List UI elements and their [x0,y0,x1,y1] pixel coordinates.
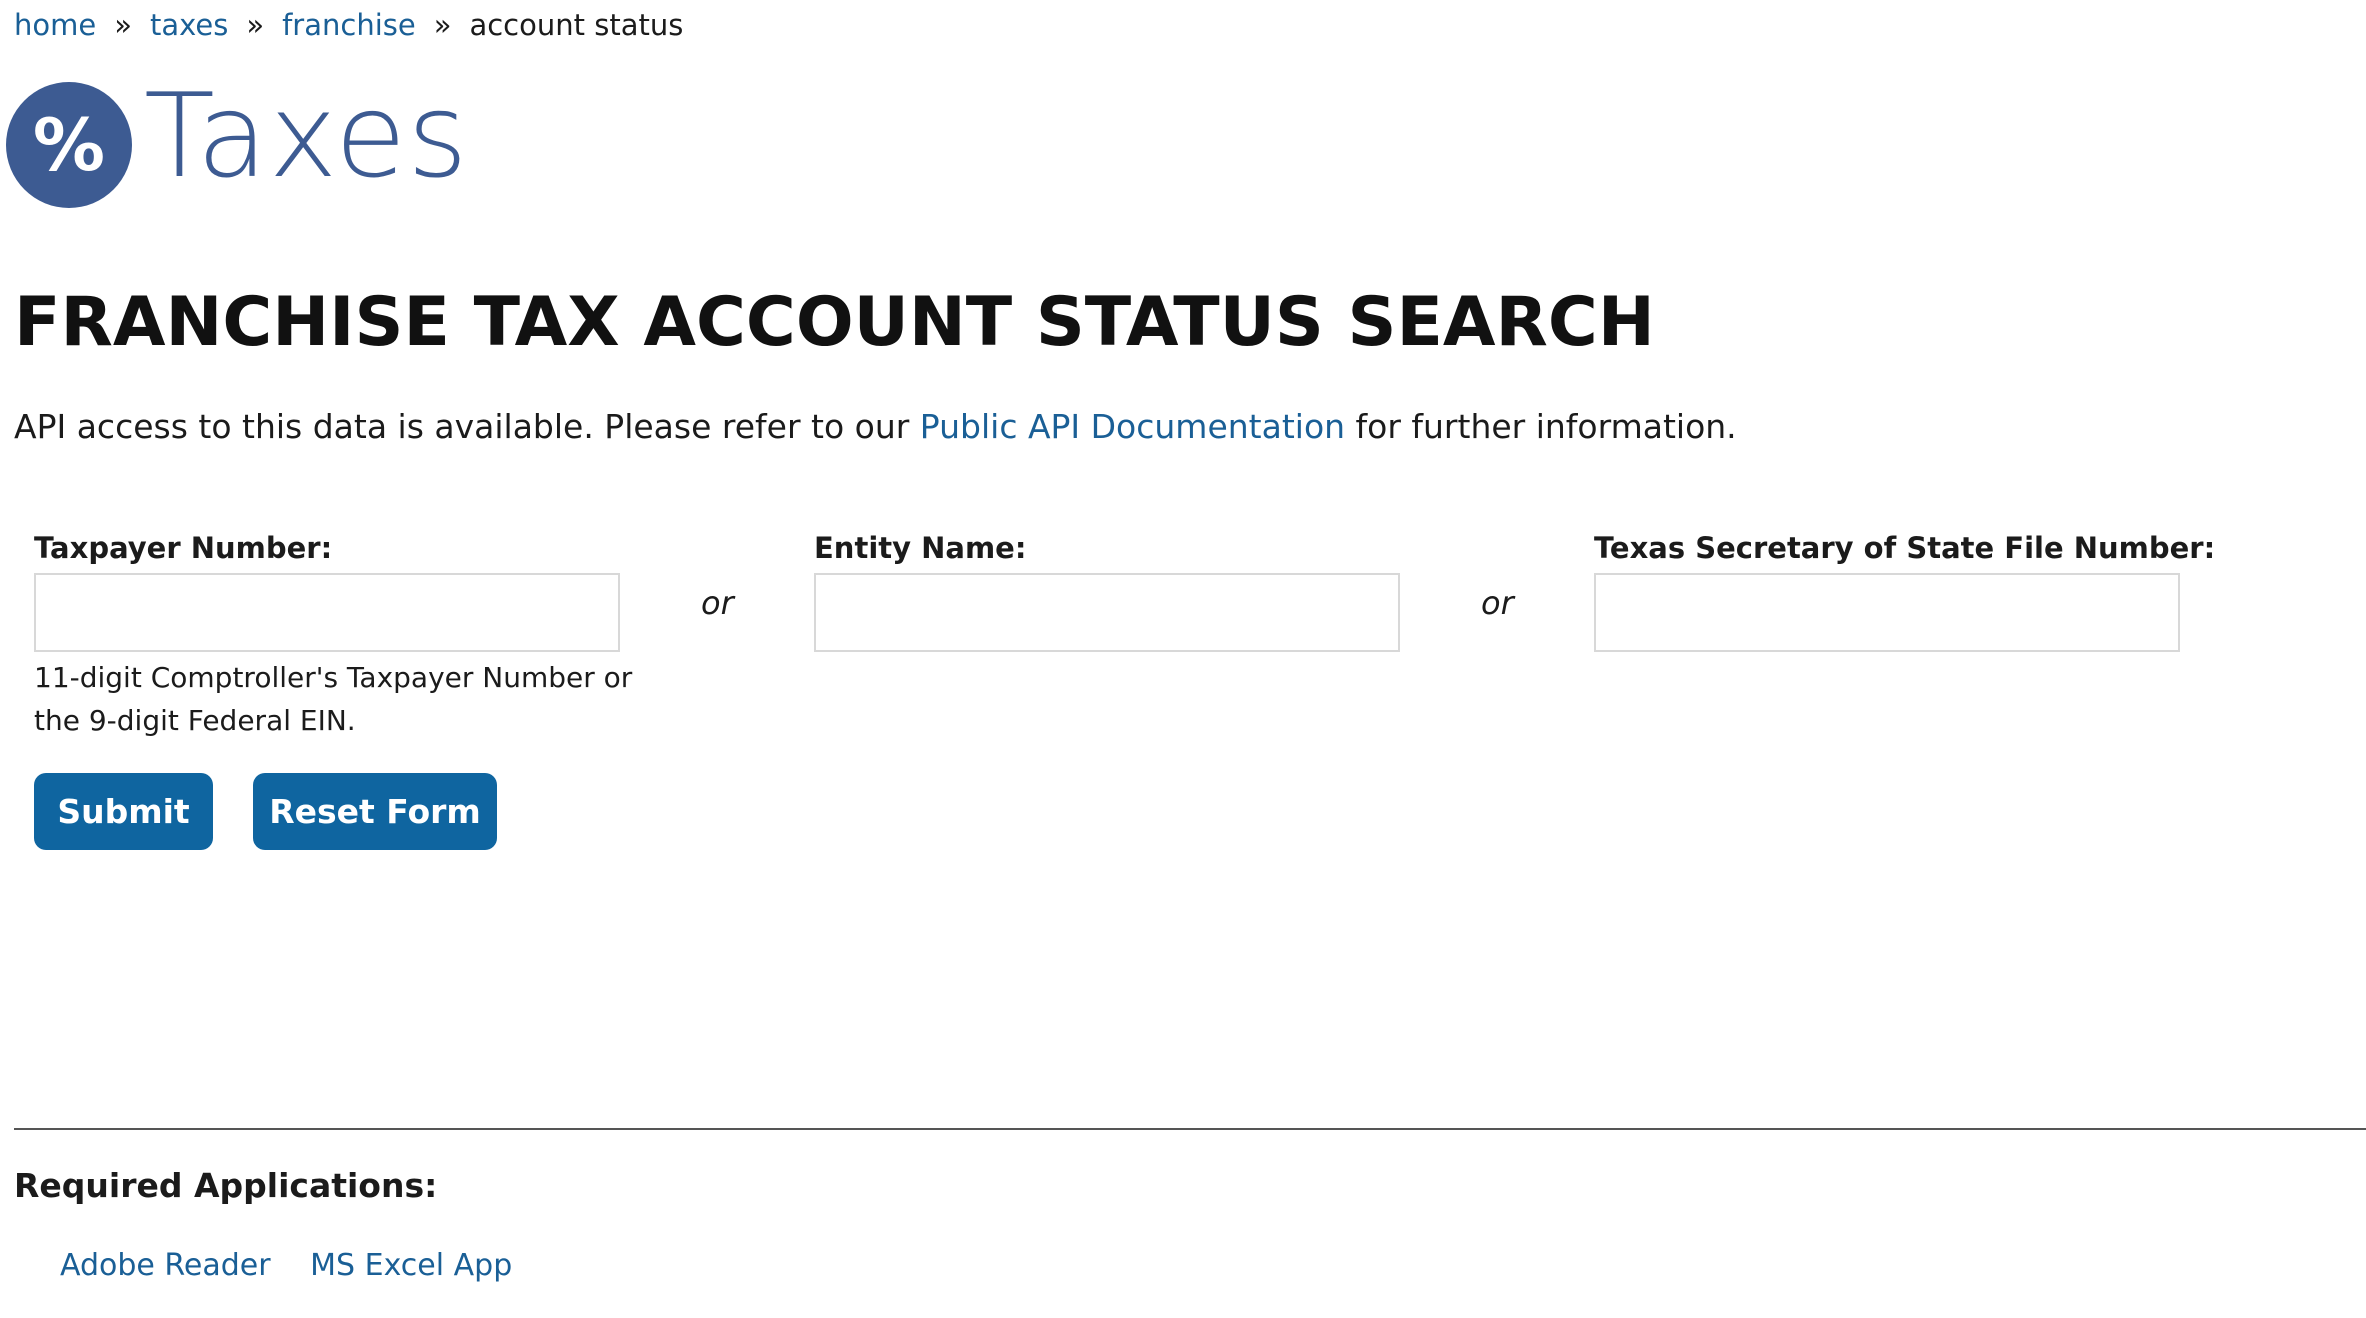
breadcrumb-current: account status [469,8,684,42]
breadcrumb: home » taxes » franchise » account statu… [14,6,683,44]
sos-file-number-input[interactable] [1594,573,2180,652]
ms-excel-app-link[interactable]: MS Excel App [310,1248,512,1283]
public-api-documentation-link[interactable]: Public API Documentation [920,407,1345,446]
entity-name-label: Entity Name: [814,531,1027,565]
or-separator: or [1481,584,1514,622]
api-note: API access to this data is available. Pl… [14,407,1737,446]
or-separator: or [701,584,734,622]
sos-file-number-group: Texas Secretary of State File Number: [1594,531,2215,652]
required-applications-title: Required Applications: [14,1166,438,1205]
divider [14,1128,2366,1130]
breadcrumb-taxes[interactable]: taxes [150,8,228,42]
entity-name-group: Entity Name: [814,531,1400,652]
taxpayer-number-hint: 11-digit Comptroller's Taxpayer Number o… [34,661,633,737]
breadcrumb-separator: » [246,8,265,42]
taxpayer-number-label: Taxpayer Number: [34,531,333,565]
section-brand: % Taxes [6,69,469,208]
breadcrumb-home[interactable]: home [14,8,96,42]
taxpayer-number-input[interactable] [34,573,620,652]
breadcrumb-franchise[interactable]: franchise [282,8,416,42]
required-applications-list: Adobe Reader MS Excel App [60,1248,542,1283]
taxpayer-number-group: Taxpayer Number: 11-digit Comptroller's … [34,531,634,742]
api-note-text-end: for further information. [1345,407,1737,446]
page-title: FRANCHISE TAX ACCOUNT STATUS SEARCH [14,283,1655,362]
submit-button[interactable]: Submit [34,773,213,850]
entity-name-input[interactable] [814,573,1400,652]
adobe-reader-link[interactable]: Adobe Reader [60,1248,271,1283]
sos-file-number-label: Texas Secretary of State File Number: [1594,531,2216,565]
percent-icon: % [6,82,132,208]
breadcrumb-separator: » [114,8,132,42]
reset-form-button[interactable]: Reset Form [253,773,497,850]
api-note-text: API access to this data is available. Pl… [14,407,920,446]
brand-title: Taxes [144,69,469,204]
brand-icon-symbol: % [32,103,106,187]
breadcrumb-separator: » [433,8,452,42]
